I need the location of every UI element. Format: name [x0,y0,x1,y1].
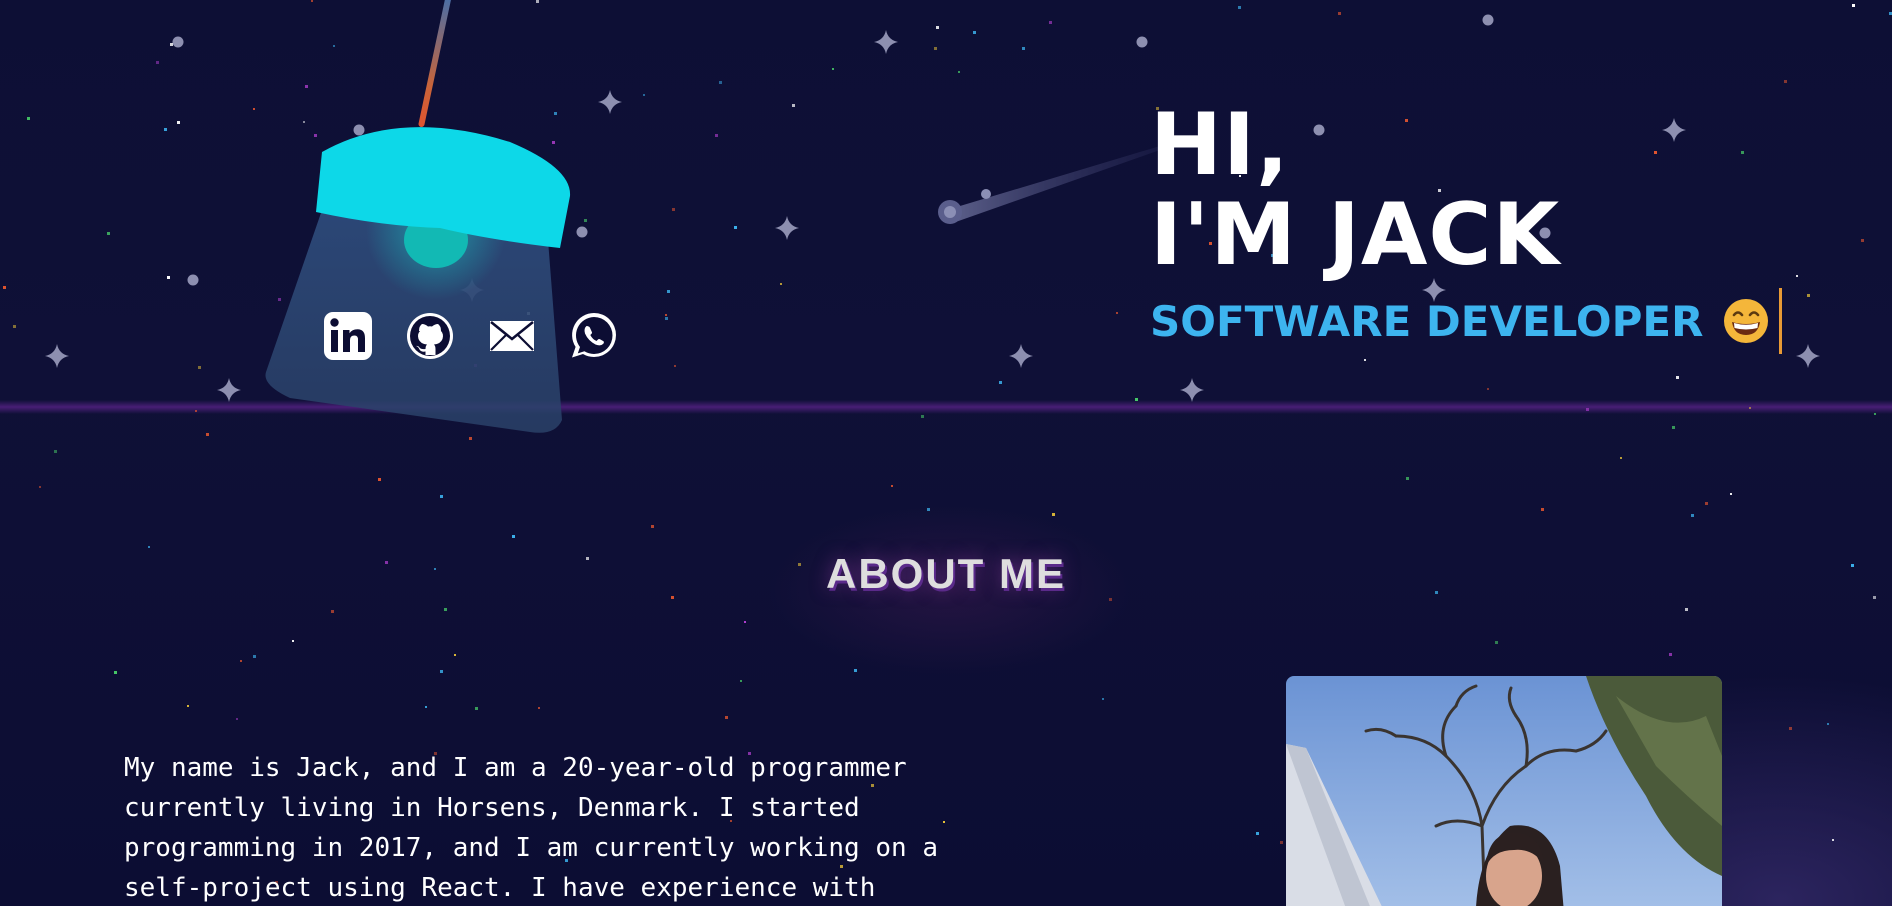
github-icon[interactable] [404,310,456,362]
about-title: ABOUT ME [826,550,1066,597]
typing-caret [1779,288,1783,354]
hero-greeting: HI, [1150,95,1290,195]
page-background: HI, I'M JACK SOFTWARE DEVELOPER ABOUT ME… [0,0,1892,906]
grinning-face-icon [1724,299,1769,343]
profile-photo [1286,676,1722,906]
hero-role: SOFTWARE DEVELOPER [1150,288,1783,354]
hero: HI, I'M JACK SOFTWARE DEVELOPER [1150,95,1783,354]
linkedin-icon[interactable] [322,310,374,362]
hero-name: I'M JACK [1150,185,1561,285]
lamp [265,127,571,433]
social-links [322,310,620,362]
role-text: SOFTWARE DEVELOPER [1150,296,1704,346]
about-text: My name is Jack, and I am a 20-year-old … [124,753,938,903]
whatsapp-icon[interactable] [568,310,620,362]
email-icon[interactable] [486,310,538,362]
